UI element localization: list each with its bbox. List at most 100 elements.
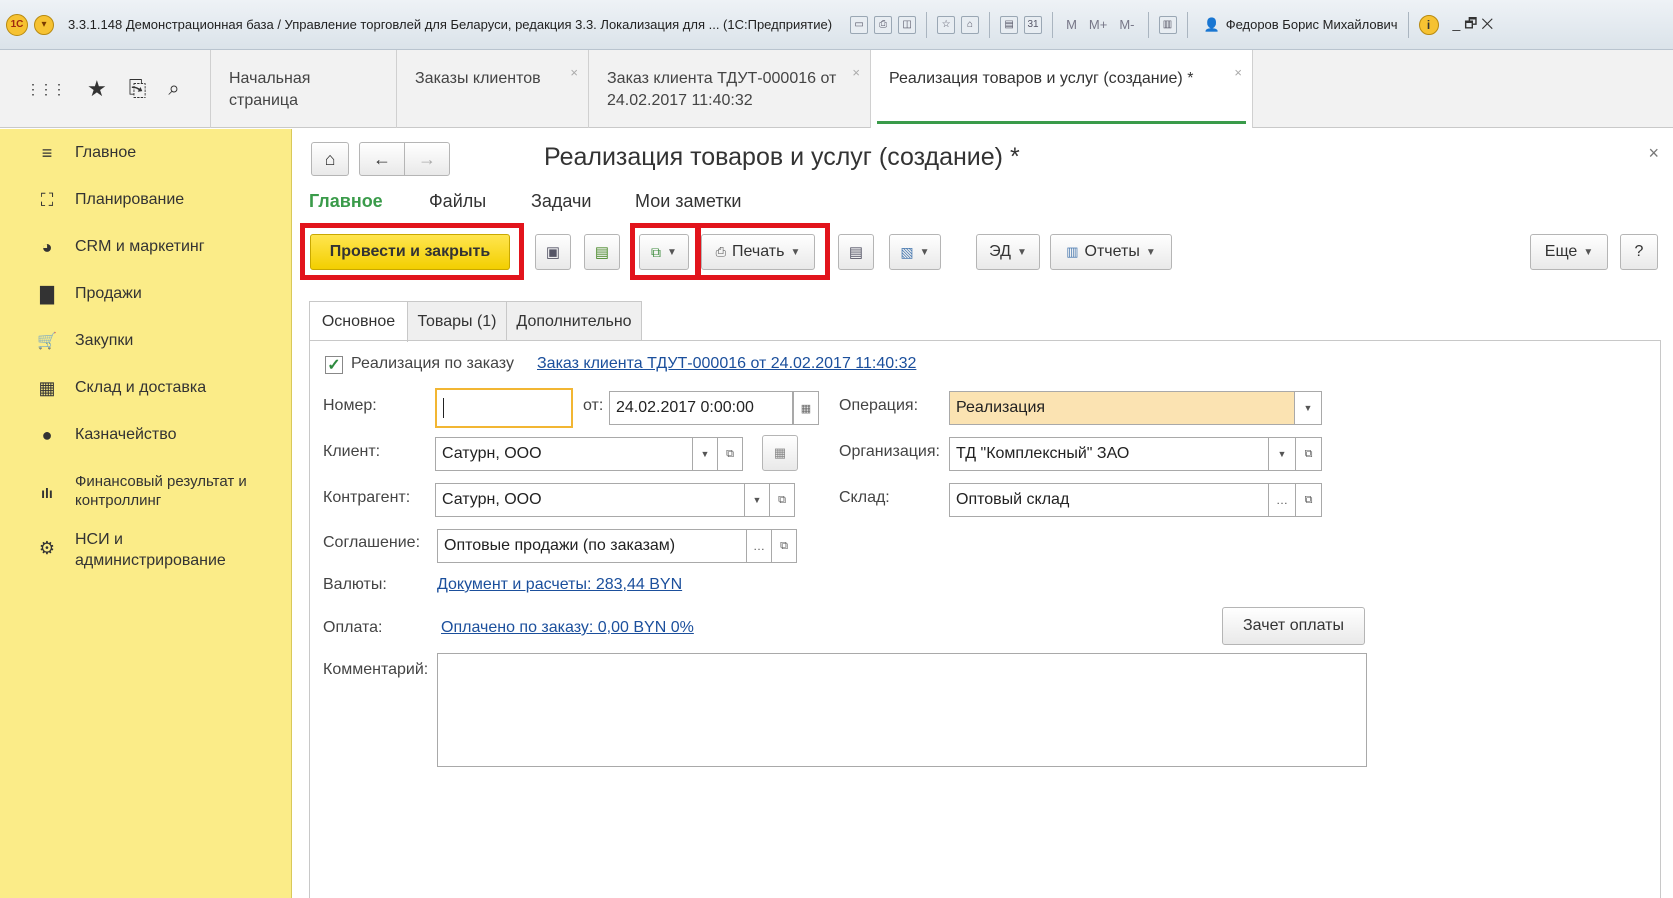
arrow-right-icon: → [418,148,436,169]
close-icon[interactable]: × [1648,143,1659,164]
arrow-left-icon: ← [373,148,391,169]
panels-icon[interactable]: ▥ [1158,15,1177,34]
tab-additional[interactable]: Дополнительно [506,301,642,341]
warehouse-select-button[interactable]: … [1268,483,1296,517]
divider [1052,11,1054,38]
agreement-open-button[interactable]: ⧉ [771,529,797,563]
client-open-button[interactable]: ⧉ [717,437,743,471]
section-files[interactable]: Файлы [429,191,486,212]
gear-icon: ⚙ [38,538,56,558]
memory-minus-button[interactable]: M- [1119,17,1134,32]
client-card-button[interactable]: ▦ [762,435,798,471]
history-window-icon[interactable]: ⌂ [961,15,980,34]
window-controls[interactable]: _ 🗗 ✕ [1453,13,1494,37]
number-input[interactable] [435,388,573,428]
client-dropdown-button[interactable]: ▼ [692,437,718,471]
warehouse-value: Оптовый склад [956,491,1070,508]
help-button[interactable]: ? [1620,234,1658,270]
comment-textarea[interactable] [437,653,1367,767]
date-input[interactable]: 24.02.2017 0:00:00 [609,391,793,425]
history-icon[interactable]: ⎘ [129,76,147,102]
organization-label: Организация: [839,443,940,460]
favorites-add-icon[interactable]: ☆ [937,15,956,34]
chevron-down-icon: ▼ [700,449,710,459]
warehouse-open-button[interactable]: ⧉ [1295,483,1322,517]
counterparty-open-button[interactable]: ⧉ [769,483,795,517]
reports-button[interactable]: ▥ Отчеты ▼ [1050,234,1172,270]
bar-chart-icon: ılı [41,485,53,501]
post-button[interactable]: ▤ [584,234,620,270]
sidebar-item-label: Главное [75,144,137,161]
agreement-input[interactable]: Оптовые продажи (по заказам) [437,529,747,563]
chevron-down-icon: ▼ [1303,403,1313,413]
payment-offset-button[interactable]: Зачет оплаты [1222,607,1365,645]
journal-button[interactable]: ▤ [838,234,874,270]
memory-plus-button[interactable]: M+ [1089,17,1107,32]
organization-input[interactable]: ТД "Комплексный" ЗАО [949,437,1269,471]
client-input[interactable]: Сатурн, ООО [435,437,693,471]
tab-customer-order[interactable]: Заказ клиента ТДУТ-000016 от 24.02.2017 … [589,50,871,128]
tab-label: Реализация товаров и услуг (создание) * [889,70,1194,87]
sidebar-item-finance[interactable]: ılı Финансовый результат и контроллинг [0,472,292,516]
agreement-select-button[interactable]: … [746,529,772,563]
close-icon[interactable]: × [570,62,578,84]
close-icon[interactable]: × [852,62,860,84]
tab-sales-document[interactable]: Реализация товаров и услуг (создание) * … [871,50,1253,128]
tab-label: Основное [321,313,396,330]
more-button[interactable]: Еще ▼ [1530,234,1608,270]
section-main[interactable]: Главное [309,191,383,212]
search-icon[interactable]: ⌕ [168,78,179,101]
tab-customer-orders[interactable]: Заказы клиентов × [397,50,589,128]
currencies-link[interactable]: Документ и расчеты: 283,44 BYN [437,576,682,594]
save-button[interactable]: ▣ [535,234,571,270]
home-icon: ⌂ [324,148,336,169]
by-order-checkbox[interactable]: ✓ [325,356,343,374]
counterparty-input[interactable]: Сатурн, ООО [435,483,745,517]
agreement-value: Оптовые продажи (по заказам) [444,537,676,554]
section-my-notes[interactable]: Мои заметки [635,191,742,212]
counterparty-dropdown-button[interactable]: ▼ [744,483,770,517]
chevron-down-icon: ▼ [919,246,930,258]
preview-icon[interactable]: ◫ [898,15,917,34]
tab-goods[interactable]: Товары (1) [407,301,507,341]
calendar-button[interactable]: ▦ [793,391,819,425]
sidebar-item-label: Казначейство [75,426,177,443]
by-order-link[interactable]: Заказ клиента ТДУТ-000016 от 24.02.2017 … [537,355,916,373]
section-tasks[interactable]: Задачи [531,191,591,212]
back-button[interactable]: ← [359,142,405,176]
nav-icon-group: ⋮⋮⋮ ★ ⎘ ⌕ [0,50,211,128]
calculator-icon[interactable]: ▤ [1000,15,1019,34]
current-user[interactable]: 👤 Федоров Борис Михайлович [1204,17,1398,33]
payment-link[interactable]: Оплачено по заказу: 0,00 BYN 0% [441,619,694,637]
organization-dropdown-button[interactable]: ▼ [1268,437,1296,471]
organization-open-button[interactable]: ⧉ [1295,437,1322,471]
sidebar-item-label: Склад и доставка [75,379,207,396]
calendar-icon[interactable]: 31 [1024,15,1043,34]
tab-home-page[interactable]: Начальная страница [211,50,397,128]
1c-logo-icon[interactable]: 1С [6,13,28,36]
operation-select[interactable]: Реализация [949,391,1295,425]
tab-main[interactable]: Основное [309,301,408,342]
save-window-icon[interactable]: ▭ [850,15,869,34]
favorites-icon[interactable]: ★ [87,76,107,102]
close-icon[interactable]: × [1234,62,1242,84]
client-value: Сатурн, ООО [442,445,542,462]
sidebar-item-admin[interactable]: ⚙ НСИ и администрирование [0,529,292,573]
ed-button[interactable]: ЭД ▼ [976,234,1040,270]
print-window-icon[interactable]: ⎙ [874,15,893,34]
journal-icon: ▤ [848,244,864,261]
attachments-button[interactable]: ▧ ▼ [889,234,941,270]
ed-label: ЭД [989,243,1011,260]
warehouse-input[interactable]: Оптовый склад [949,483,1269,517]
info-icon[interactable]: i [1418,14,1439,35]
sidebar-item-label: Продажи [75,285,142,302]
document-form: ⌂ ← → Реализация товаров и услуг (создан… [293,129,1673,898]
forward-button[interactable]: → [404,142,450,176]
planning-icon: ⛶ [40,190,54,210]
memory-button[interactable]: M [1066,17,1077,32]
home-button[interactable]: ⌂ [311,142,349,176]
apps-icon[interactable]: ⋮⋮⋮ [26,82,66,96]
operation-dropdown-button[interactable]: ▼ [1294,391,1322,425]
main-menu-icon[interactable]: ▾ [34,14,54,35]
date-label: от: [583,397,604,414]
